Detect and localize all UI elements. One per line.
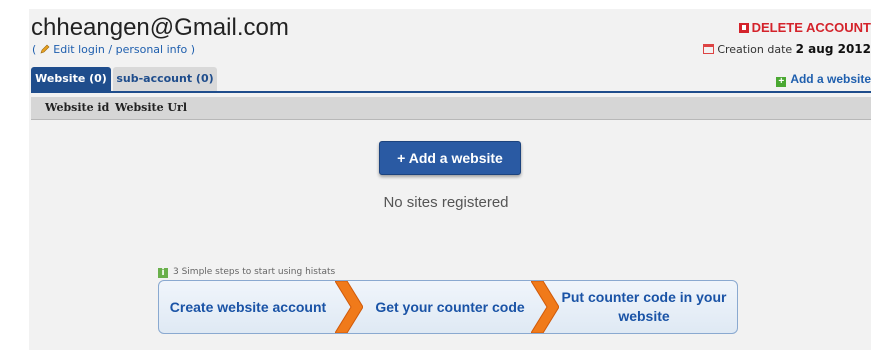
- table-header: Website id Website Url: [31, 97, 871, 120]
- pencil-icon: [40, 44, 50, 54]
- column-header-website-id: Website id: [45, 101, 110, 114]
- calendar-icon: [703, 44, 715, 54]
- empty-message: No sites registered: [383, 194, 509, 211]
- creation-date: Creation date 2 aug 2012: [703, 42, 871, 57]
- delete-account-label: DELETE ACCOUNT: [751, 20, 871, 35]
- info-icon: i: [158, 268, 168, 278]
- creation-date-label: Creation date: [717, 43, 793, 56]
- add-website-link-label: Add a website: [790, 72, 871, 86]
- step-create-account[interactable]: Create website account: [159, 281, 337, 333]
- steps-label-text: 3 Simple steps to start using histats: [173, 267, 336, 277]
- column-header-website-url: Website Url: [115, 101, 187, 114]
- delete-account-button[interactable]: DELETE ACCOUNT: [738, 20, 871, 36]
- delete-icon: [738, 23, 749, 33]
- tab-website[interactable]: Website (0): [31, 67, 111, 91]
- edit-open-paren: (: [32, 43, 40, 56]
- steps-label: i 3 Simple steps to start using histats: [158, 266, 335, 278]
- steps-bar: Create website account Get your counter …: [158, 280, 738, 334]
- step-get-counter-code[interactable]: Get your counter code: [365, 281, 535, 333]
- arrow-icon: [335, 281, 363, 333]
- tab-underline: [31, 91, 871, 93]
- edit-login-label: Edit login / personal info: [53, 43, 188, 56]
- account-email: chheangen@Gmail.com: [31, 14, 289, 41]
- add-website-button[interactable]: + Add a website: [379, 141, 521, 175]
- edit-login-link[interactable]: ( Edit login / personal info ): [32, 43, 195, 57]
- creation-date-value: 2 aug 2012: [795, 42, 871, 56]
- edit-close-paren: ): [187, 43, 196, 56]
- plus-icon: +: [776, 77, 787, 87]
- step-put-counter-code[interactable]: Put counter code in your website: [551, 281, 737, 333]
- tab-sub-account[interactable]: sub-account (0): [113, 67, 217, 91]
- add-website-link[interactable]: + Add a website: [776, 71, 871, 87]
